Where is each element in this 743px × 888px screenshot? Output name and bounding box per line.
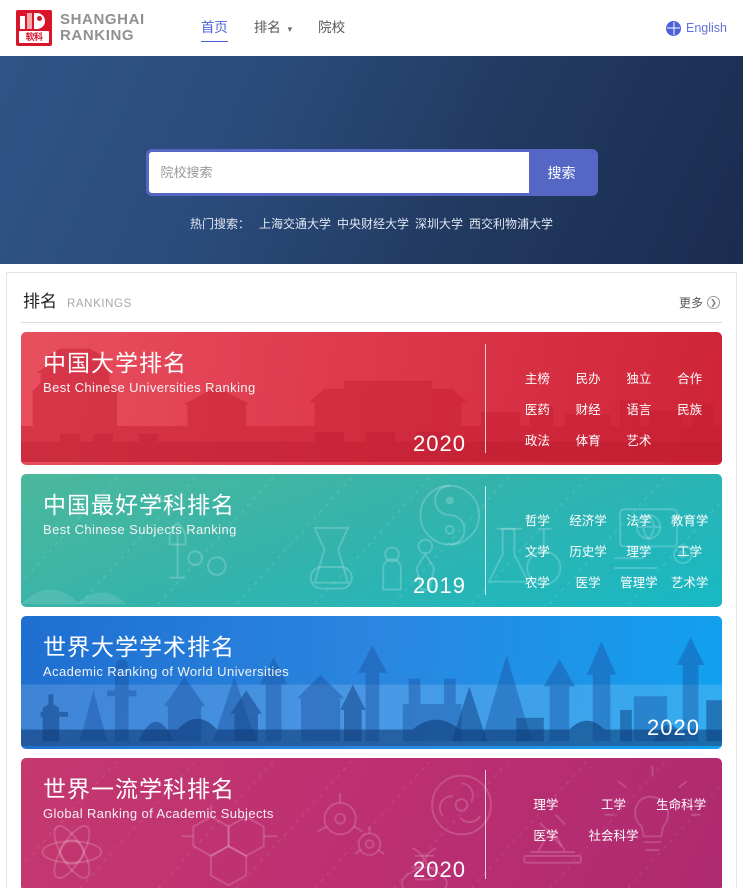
card-tag[interactable]: 生命科学 [650, 794, 712, 813]
nav-item-institutions-label: 院校 [318, 20, 346, 35]
card-tag-list: 主榜 民办 独立 合作医药 财经 语言 民族政法 体育 艺术 [515, 368, 712, 449]
card-tag[interactable]: 医学 [566, 572, 611, 591]
globe-icon [666, 20, 681, 36]
card-tag-list: 理学 工学 生命科学医学 社会科学 [515, 794, 712, 844]
chevron-right-circle-icon: ❯ [707, 296, 720, 309]
card-tag[interactable]: 工学 [583, 794, 645, 813]
card-divider [485, 344, 486, 453]
hero-banner: 搜索 热门搜索： 上海交通大学 中央财经大学 深圳大学 西交利物浦大学 [0, 56, 743, 264]
card-divider [485, 486, 486, 595]
card-tag[interactable]: 哲学 [515, 510, 560, 529]
card-tag[interactable]: 语言 [617, 399, 662, 418]
card-tag[interactable]: 主榜 [515, 368, 560, 387]
card-tag[interactable]: 民办 [566, 368, 611, 387]
ranking-cards-list: 中国大学排名 Best Chinese Universities Ranking 2… [21, 323, 722, 888]
card-year: 2020 [647, 715, 700, 740]
hot-search-item-4[interactable]: 西交利物浦大学 [469, 215, 553, 232]
hot-searches: 热门搜索： 上海交通大学 中央财经大学 深圳大学 西交利物浦大学 [190, 215, 553, 232]
nav-item-home[interactable]: 首页 [200, 16, 228, 42]
ranking-card-best-chinese-universities-ranking[interactable]: 中国大学排名 Best Chinese Universities Ranking 2… [21, 332, 722, 465]
more-rankings-label: 更多 [678, 296, 703, 310]
card-title-cn: 世界大学学术排名 [43, 634, 235, 660]
hot-search-item-2[interactable]: 中央财经大学 [337, 215, 409, 232]
main-nav: 首页 排名 ▾ 院校 [200, 16, 345, 42]
ranking-card-best-chinese-subjects-ranking[interactable]: 中国最好学科排名 Best Chinese Subjects Ranking 201… [21, 474, 722, 607]
card-tag[interactable]: 教育学 [667, 510, 712, 529]
site-logo[interactable]: 软科 SHANGHAI RANKING [16, 10, 145, 46]
logo-line-1: SHANGHAI [60, 11, 145, 29]
card-title-en: Academic Ranking of World Universities [43, 664, 290, 680]
card-year: 2020 [413, 431, 466, 456]
card-tag[interactable]: 体育 [566, 430, 611, 449]
more-rankings-link[interactable]: 更多 ❯ [679, 294, 720, 311]
card-tag[interactable]: 艺术 [617, 430, 662, 449]
card-tag-list: 哲学 经济学 法学 教育学文学 历史学 理学 工学农学 医学 管理学 艺术学 [515, 510, 712, 591]
language-switch-english[interactable]: English [666, 20, 727, 36]
logo-wordmark: SHANGHAI RANKING [60, 12, 145, 44]
card-tag[interactable]: 政法 [515, 430, 560, 449]
card-tag[interactable]: 法学 [617, 510, 662, 529]
ranking-card-academic-ranking-of-world-universities[interactable]: 世界大学学术排名 Academic Ranking of World Univer… [21, 616, 722, 749]
card-divider [485, 770, 486, 879]
card-tag[interactable]: 理学 [617, 541, 662, 560]
card-tag[interactable]: 医学 [515, 825, 577, 844]
card-tag[interactable]: 文学 [515, 541, 560, 560]
rankings-panel-header: 排名 RANKINGS 更多 ❯ [21, 273, 722, 323]
hot-search-item-1[interactable]: 上海交通大学 [259, 215, 331, 232]
shanghairanking-logo-icon: 软科 [16, 10, 52, 46]
hot-searches-label: 热门搜索： [189, 217, 250, 231]
card-tag[interactable]: 财经 [566, 399, 611, 418]
card-year: 2020 [413, 857, 466, 882]
language-switch-label: English [686, 21, 727, 35]
hot-search-item-3[interactable]: 深圳大学 [415, 215, 463, 232]
search-bar: 搜索 [145, 149, 598, 196]
card-tag[interactable]: 农学 [515, 572, 560, 591]
card-tag[interactable]: 艺术学 [667, 572, 712, 591]
card-tag[interactable]: 合作 [667, 368, 712, 387]
card-tag[interactable]: 医药 [515, 399, 560, 418]
card-content: 世界大学学术排名 Academic Ranking of World Univer… [21, 616, 722, 749]
card-tag[interactable]: 工学 [667, 541, 712, 560]
nav-item-institutions[interactable]: 院校 [318, 16, 345, 40]
panel-title: 排名 [23, 292, 57, 311]
chevron-down-icon: ▾ [287, 24, 293, 34]
logo-line-2: RANKING [60, 27, 135, 44]
card-tag[interactable]: 理学 [515, 794, 577, 813]
ranking-card-global-ranking-of-academic-subjects[interactable]: 世界一流学科排名 Global Ranking of Academic Subje… [21, 758, 722, 888]
nav-item-rankings-label: 排名 [253, 20, 281, 35]
card-tag[interactable]: 独立 [617, 368, 662, 387]
card-tag[interactable]: 历史学 [566, 541, 611, 560]
card-tag[interactable]: 民族 [667, 399, 712, 418]
nav-item-rankings[interactable]: 排名 ▾ [254, 16, 292, 40]
site-header: 软科 SHANGHAI RANKING 首页 排名 ▾ 院校 English [0, 0, 743, 56]
search-input[interactable] [148, 152, 529, 193]
card-tag[interactable]: 社会科学 [583, 825, 645, 844]
panel-subtitle: RANKINGS [67, 298, 132, 310]
card-year: 2019 [413, 573, 466, 598]
logo-cn-text: 软科 [19, 31, 49, 43]
nav-item-home-label: 首页 [200, 20, 228, 35]
rankings-panel: 排名 RANKINGS 更多 ❯ 中国大学排名 Best Chinese Uni… [6, 272, 737, 888]
card-tag[interactable]: 经济学 [566, 510, 611, 529]
card-tag[interactable]: 管理学 [617, 572, 662, 591]
search-button[interactable]: 搜索 [528, 152, 595, 193]
